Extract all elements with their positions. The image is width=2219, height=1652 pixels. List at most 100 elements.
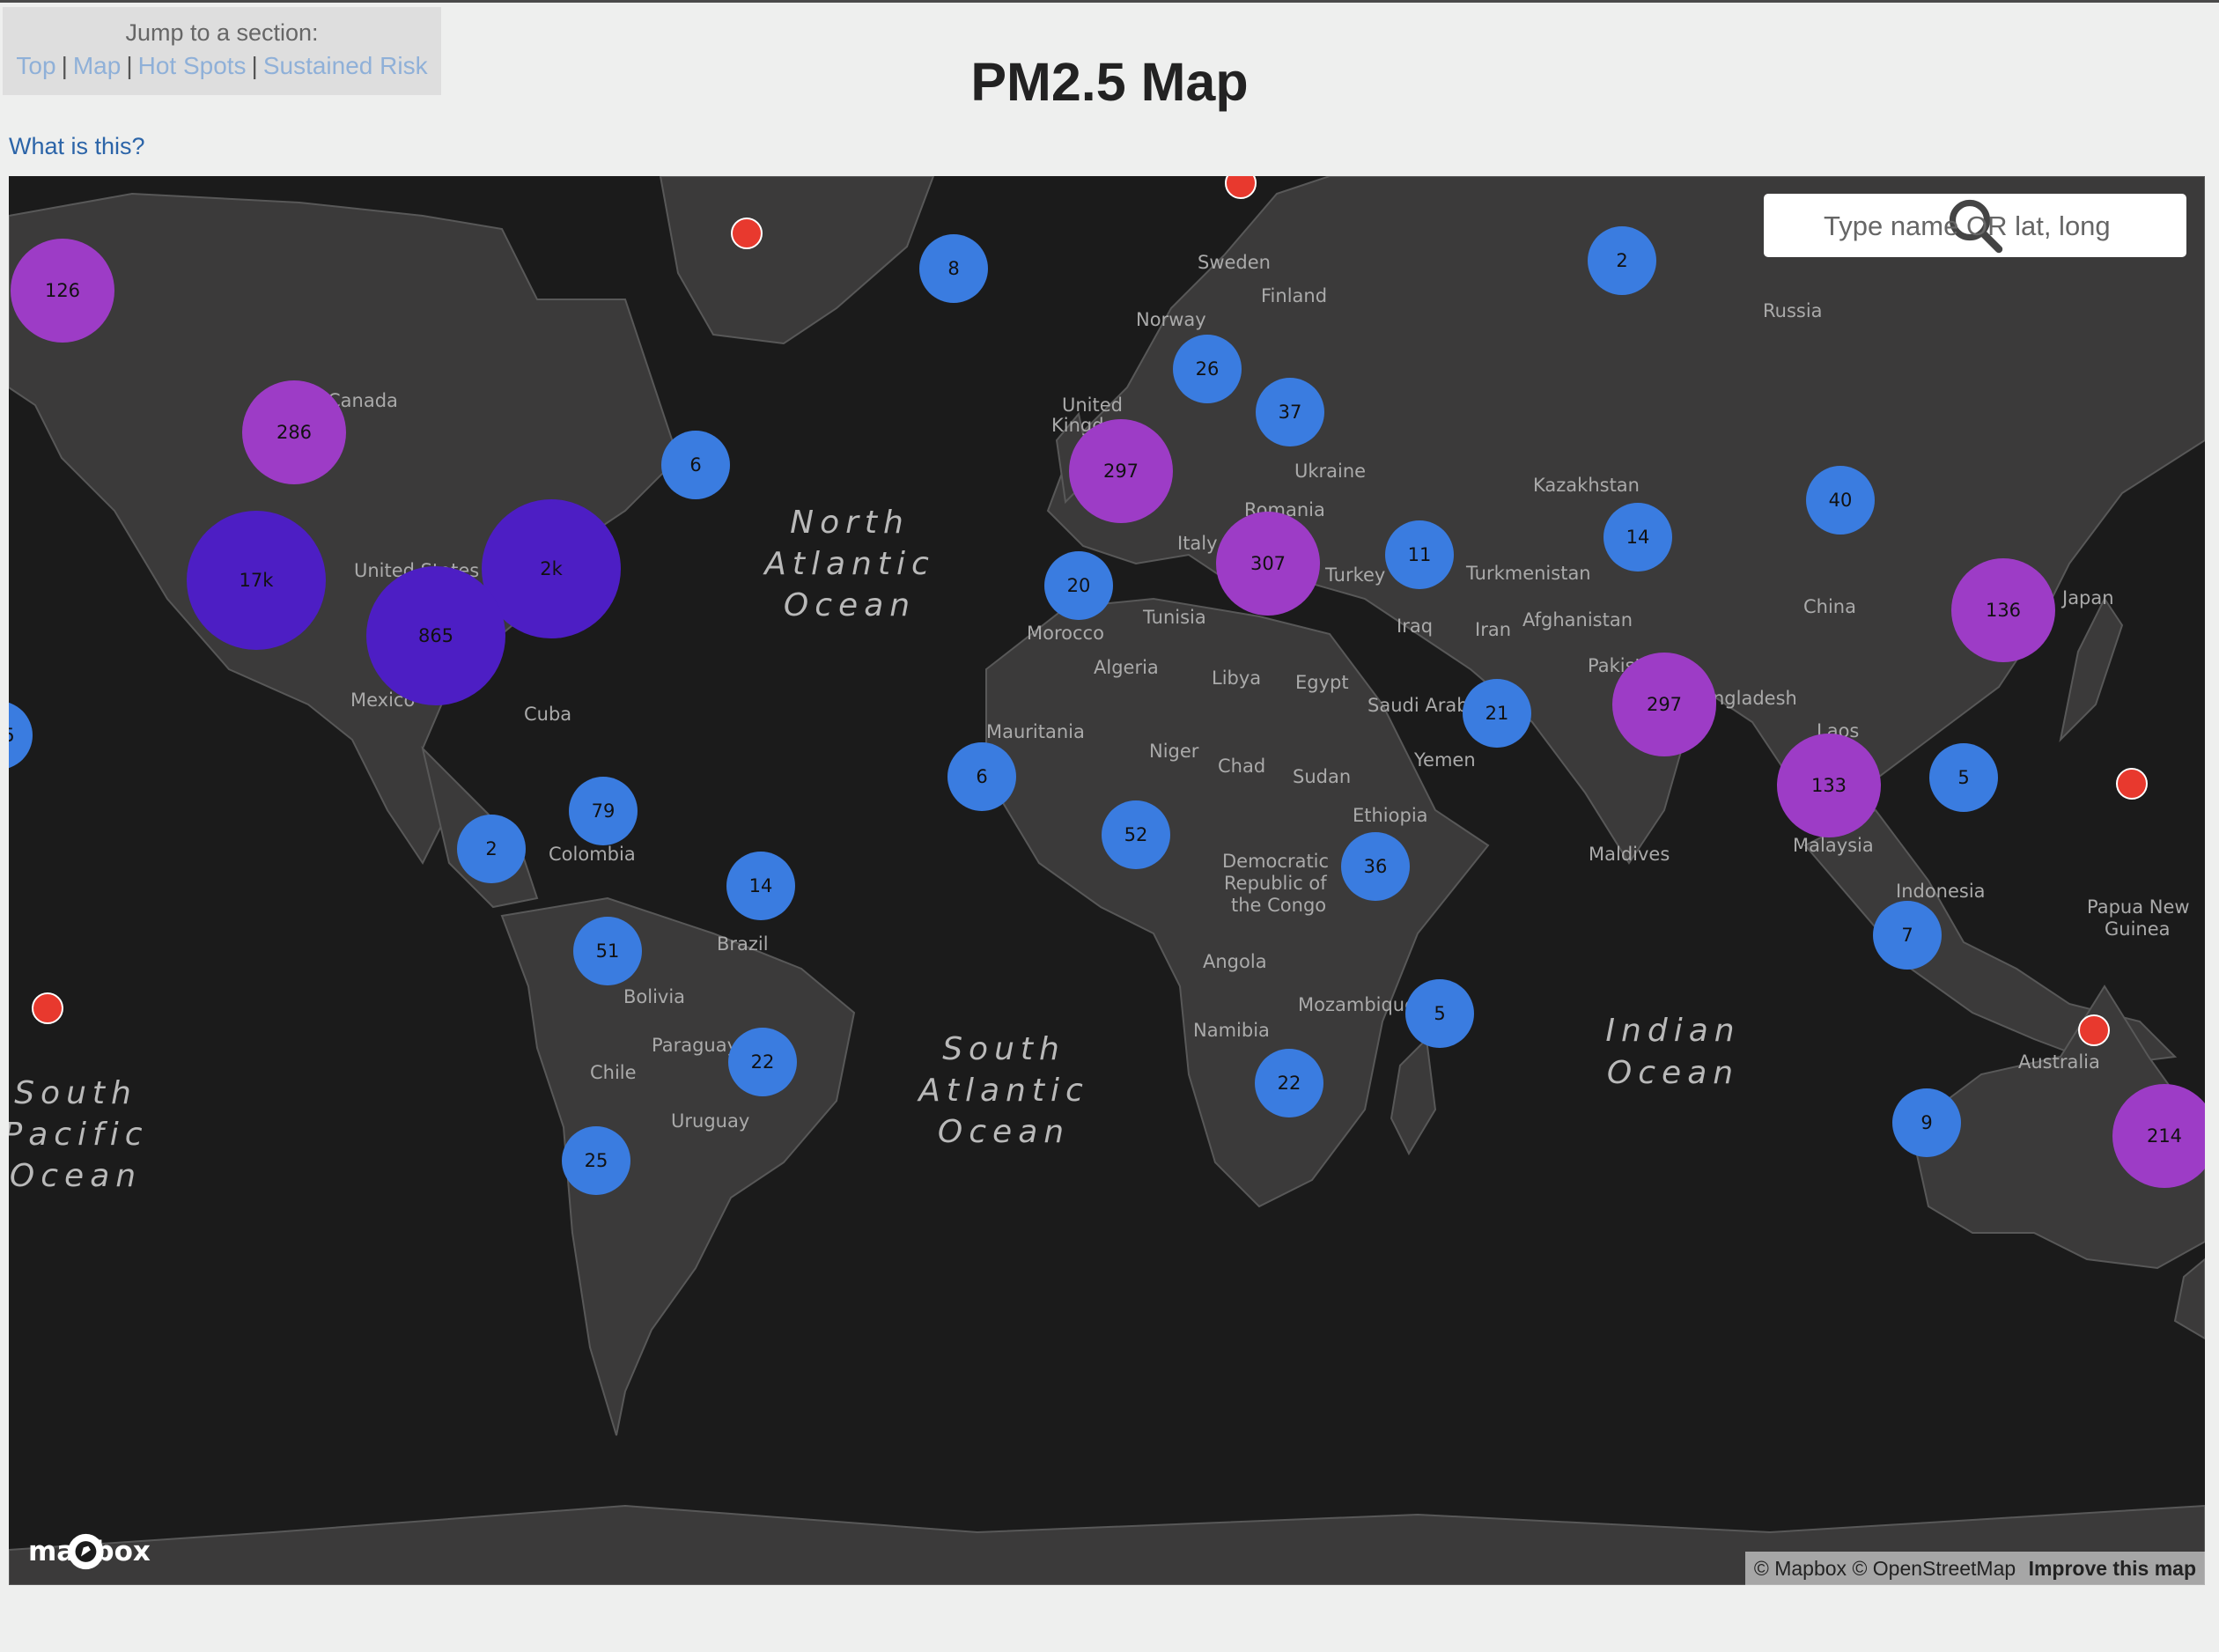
- cluster-label: 136: [1986, 600, 2021, 621]
- cluster-label: 297: [1103, 461, 1139, 482]
- place-label: Turkey: [1324, 564, 1385, 586]
- cluster-label: 5: [1434, 1003, 1445, 1024]
- search-box[interactable]: [1764, 194, 2186, 259]
- cluster-label: 307: [1250, 553, 1286, 574]
- ocean-label-line: Ocean: [784, 587, 916, 623]
- land-layer: [9, 176, 2205, 1585]
- cluster-label: 14: [749, 875, 773, 896]
- place-label: Namibia: [1193, 1020, 1270, 1041]
- place-label: Sweden: [1198, 252, 1271, 273]
- place-label: Ethiopia: [1353, 805, 1428, 826]
- place-label: Tunisia: [1142, 607, 1206, 628]
- place-label: Niger: [1149, 741, 1199, 762]
- place-label: Mauritania: [986, 721, 1085, 742]
- cluster-label: 297: [1647, 694, 1682, 715]
- place-label: Brazil: [717, 933, 769, 955]
- cluster-label: 286: [276, 422, 312, 443]
- cluster-label: 7: [1901, 925, 1913, 946]
- greenland-land: [659, 176, 935, 345]
- cluster-label: 22: [751, 1051, 775, 1073]
- jump-title: Jump to a section:: [125, 19, 319, 46]
- place-label: Algeria: [1094, 657, 1159, 678]
- place-label: Iraq: [1397, 616, 1433, 637]
- place-label: Morocco: [1027, 623, 1104, 644]
- place-label: Republic of: [1224, 873, 1327, 894]
- search-input[interactable]: [1822, 194, 2178, 259]
- place-label: Colombia: [549, 844, 636, 865]
- place-label: Sudan: [1293, 766, 1351, 787]
- place-label: the Congo: [1231, 895, 1326, 916]
- place-label: Paraguay: [652, 1035, 738, 1056]
- new-zealand-land: [2173, 1257, 2205, 1340]
- place-label: Chad: [1218, 756, 1265, 777]
- cluster-label: 126: [45, 280, 80, 301]
- place-label: Cuba: [524, 704, 571, 725]
- madagascar-land: [1390, 1036, 1437, 1156]
- japan-land: [2059, 597, 2124, 743]
- ocean-label-line: North: [790, 505, 910, 541]
- cluster-label: 133: [1811, 775, 1847, 796]
- cluster-label: 36: [1364, 856, 1388, 877]
- cluster-label: 52: [1124, 824, 1148, 845]
- cluster-label: 8: [947, 258, 959, 279]
- cluster-label: 6: [689, 454, 701, 476]
- ocean-label-line: Ocean: [1607, 1055, 1739, 1091]
- place-label: Australia: [2018, 1051, 2100, 1073]
- place-label: Bolivia: [623, 986, 685, 1007]
- mapbox-logo[interactable]: mapbox: [21, 1532, 151, 1571]
- station-point[interactable]: [731, 218, 763, 249]
- ocean-label-line: Indian: [1605, 1013, 1740, 1049]
- place-label: Norway: [1136, 309, 1206, 330]
- place-label: Libya: [1212, 667, 1261, 689]
- attribution-osm-link[interactable]: © OpenStreetMap: [1852, 1557, 2016, 1580]
- place-label: Chile: [590, 1062, 637, 1083]
- cluster-label: 25: [585, 1150, 608, 1171]
- ocean-label-line: Ocean: [10, 1158, 142, 1194]
- place-label: Japan: [2060, 587, 2114, 608]
- cluster-label: 2: [1616, 250, 1627, 271]
- place-label: Turkmenistan: [1465, 563, 1591, 584]
- cluster-label: 51: [596, 940, 620, 962]
- cluster-label: 40: [1829, 490, 1853, 511]
- place-label: Indonesia: [1896, 881, 1986, 902]
- cluster-label: 2k: [540, 558, 563, 579]
- station-point[interactable]: [2116, 768, 2148, 800]
- improve-map-link[interactable]: Improve this map: [2029, 1557, 2196, 1580]
- page-title: PM2.5 Map: [970, 52, 1249, 112]
- place-label: Angola: [1203, 951, 1267, 972]
- attribution-mapbox-link[interactable]: © Mapbox: [1754, 1557, 1847, 1580]
- place-label: Malaysia: [1793, 835, 1874, 856]
- world-map[interactable]: North Atlantic Ocean South Atlantic Ocea…: [9, 176, 2205, 1585]
- map-attribution: © Mapbox © OpenStreetMap Improve this ma…: [1744, 1552, 2205, 1585]
- what-is-this-link[interactable]: What is this?: [9, 133, 145, 160]
- station-point[interactable]: [32, 992, 63, 1024]
- cluster-label: 6: [976, 766, 987, 787]
- cluster-label: 17k: [240, 570, 275, 591]
- mapbox-logo-icon: [68, 1533, 104, 1570]
- place-label: Democratic: [1222, 851, 1329, 872]
- map-canvas[interactable]: North Atlantic Ocean South Atlantic Ocea…: [9, 176, 2205, 1585]
- station-point[interactable]: [2078, 1014, 2110, 1046]
- cluster-label: 2: [485, 838, 497, 859]
- place-label: Iran: [1475, 619, 1511, 640]
- place-label: Saudi Arab: [1368, 695, 1469, 716]
- ocean-label-line: Atlantic: [917, 1073, 1089, 1109]
- cluster-label: 22: [1278, 1073, 1301, 1094]
- cluster-label: 20: [1067, 575, 1091, 596]
- ocean-label-line: Ocean: [938, 1114, 1070, 1150]
- place-label: Guinea: [2105, 918, 2171, 940]
- ocean-label-line: South: [942, 1031, 1065, 1067]
- station-point[interactable]: [1225, 176, 1257, 199]
- place-label: Afghanistan: [1522, 609, 1633, 631]
- cluster-label: 11: [1408, 544, 1432, 565]
- cluster-label: 214: [2147, 1125, 2182, 1147]
- place-label: Italy: [1177, 533, 1218, 554]
- cluster-label: 26: [1196, 358, 1220, 380]
- place-label: ngladesh: [1713, 688, 1797, 709]
- place-label: Yemen: [1413, 749, 1476, 771]
- cluster-label: 5: [1957, 767, 1969, 788]
- cluster-label: 79: [592, 800, 616, 822]
- place-label: Mozambique: [1298, 994, 1416, 1015]
- place-label: Finland: [1261, 285, 1327, 306]
- place-label: Egypt: [1295, 672, 1349, 693]
